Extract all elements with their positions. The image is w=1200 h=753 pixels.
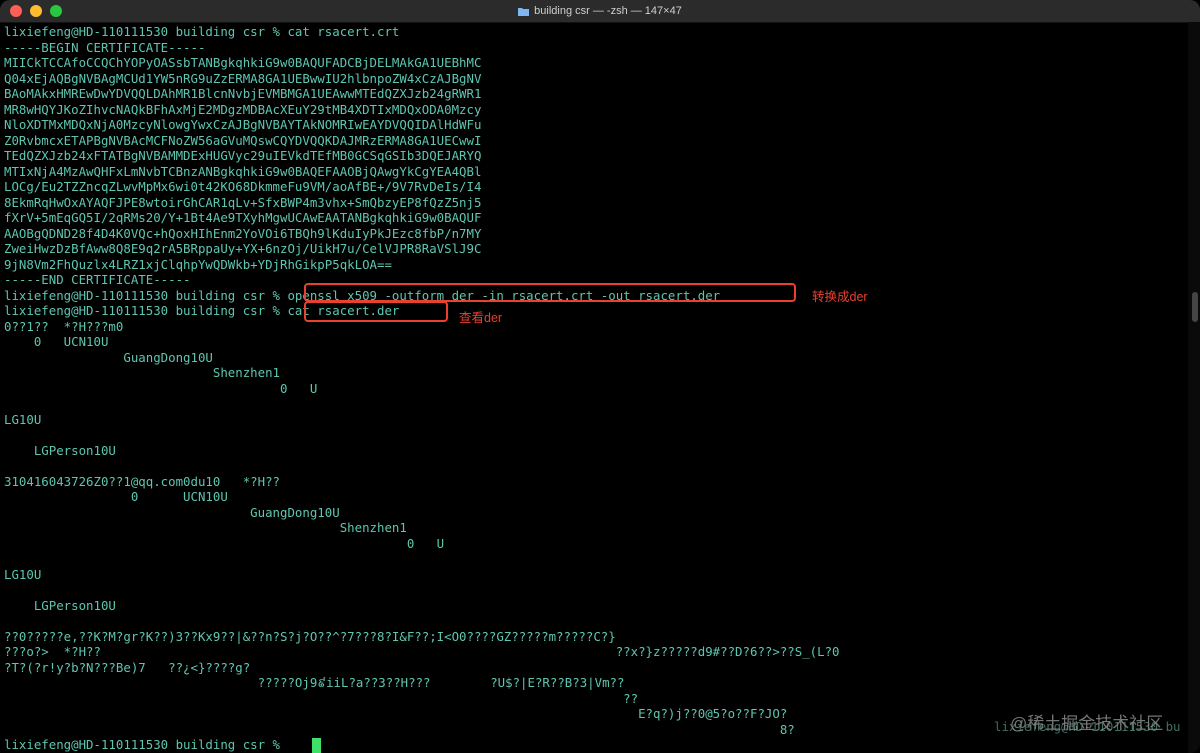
terminal-line: -----BEGIN CERTIFICATE----- [4,39,206,55]
terminal-line: GuangDong10U [4,504,340,520]
minimize-window-button[interactable] [30,5,42,17]
terminal-line: ??0?????e,??K?M?gr?K??)3??Kx9??|&??n?S?j… [4,628,616,644]
title-bar: building csr — -zsh — 147×47 [0,0,1200,23]
terminal-line: fXrV+5mEqGQ5I/2qRMs20/Y+1Bt4Ae9TXyhMgwUC… [4,210,482,225]
window-controls [10,5,62,17]
scrollbar[interactable] [1188,22,1200,753]
folder-icon [518,7,530,16]
terminal-line: Shenzhen1 [4,365,281,380]
terminal-line: LOCg/Eu2TZZncqZLwvMpMx6wi0t42KO68DkmmeFu… [4,179,482,194]
terminal-line: MTIxNjA4MzAwQHFxLmNvbTCBnzANBgkqhkiG9w0B… [4,163,482,179]
terminal-line: 0 UCN10U [4,489,228,504]
window-title-group: building csr — -zsh — 147×47 [518,5,682,17]
terminal-output[interactable]: lixiefeng@HD-110111530 building csr % ca… [0,22,1188,753]
terminal-line: AAOBgQDND28f4D4K0VQc+hQoxHIhEnm2YoVOi6TB… [4,225,482,241]
terminal-line: 8? [4,721,795,737]
terminal-line: 0 U [4,535,445,551]
watermark: @稀土掘金技术社区 [1010,714,1164,733]
terminal-cursor [312,738,321,753]
terminal-line: ?????Oj9៩iiL?a??3??H??? ?U$?|E?R??B?3|Vm… [4,675,625,690]
terminal-line: NloXDTMxMDQxNjA0MzcyNlowgYwxCzAJBgNVBAYT… [4,117,482,132]
terminal-line: ?? [4,690,639,706]
terminal-line: BAoMAkxHMREwDwYDVQQLDAhMR1BlcnNvbjEVMBMG… [4,86,482,101]
terminal-line: LGPerson10U [4,597,116,613]
terminal-line: 310416043726Z0??1@qq.com0du10 *?H?? [4,473,281,489]
terminal-line: LG10U [4,411,42,427]
terminal-line: 0 UCN10U [4,334,109,349]
terminal-window: building csr — -zsh — 147×47 lixiefeng@H… [0,0,1200,753]
close-window-button[interactable] [10,5,22,17]
terminal-line: GuangDong10U [4,349,213,365]
highlight-cat-command [304,301,448,322]
terminal-line: Z0RvbmcxETAPBgNVBAcMCFNoZW56aGVuMQswCQYD… [4,132,482,148]
terminal-line: -----END CERTIFICATE----- [4,272,191,287]
annotation-view-der: 查看der [459,311,503,325]
terminal-line: 8EkmRqHwOxAYAQFJPE8wtoirGhCAR1qLv+SfxBWP… [4,194,482,210]
terminal-line: 0 U [4,380,318,396]
terminal-line: lixiefeng@HD-110111530 building csr % [4,737,288,752]
terminal-line: ???o?> *?H?? ??x?}z?????d9#??D?6??>??S_(… [4,644,840,659]
terminal-line: lixiefeng@HD-110111530 building csr % ca… [4,24,400,39]
maximize-window-button[interactable] [50,5,62,17]
terminal-line: LG10U [4,566,42,582]
terminal-line: LGPerson10U [4,442,116,458]
terminal-line: ?T?(?r!y?b?N???Be)7 ??¿<}????g? [4,659,251,675]
window-title: building csr — -zsh — 147×47 [534,5,682,17]
terminal-line: 0??1?? *?H???m0 [4,318,124,334]
terminal-line: TEdQZXJzb24xFTATBgNVBAMMDExHUGVyc29uIEVk… [4,148,482,163]
scrollbar-thumb[interactable] [1192,292,1198,322]
terminal-line: MR8wHQYJKoZIhvcNAQkBFhAxMjE2MDgzMDBAcXEu… [4,101,482,117]
terminal-line: ZweiHwzDzBfAww8Q8E9q2rA5BRppaUy+YX+6nzOj… [4,241,482,256]
terminal-line: 9jN8Vm2FhQuzlx4LRZ1xjClqhpYwQDWkb+YDjRhG… [4,256,392,272]
terminal-line: E?q?)j??0@5?o??F?JO? [4,706,788,721]
highlight-openssl-command [304,283,796,302]
terminal-line: MIICkTCCAfoCCQChYOPyOASsbTANBgkqhkiG9w0B… [4,55,482,70]
terminal-line: Q04xEjAQBgNVBAgMCUd1YW5nRG9uZzERMA8GA1UE… [4,70,482,86]
terminal-line: Shenzhen1 [4,520,407,535]
annotation-convert-der: 转换成der [812,290,868,304]
